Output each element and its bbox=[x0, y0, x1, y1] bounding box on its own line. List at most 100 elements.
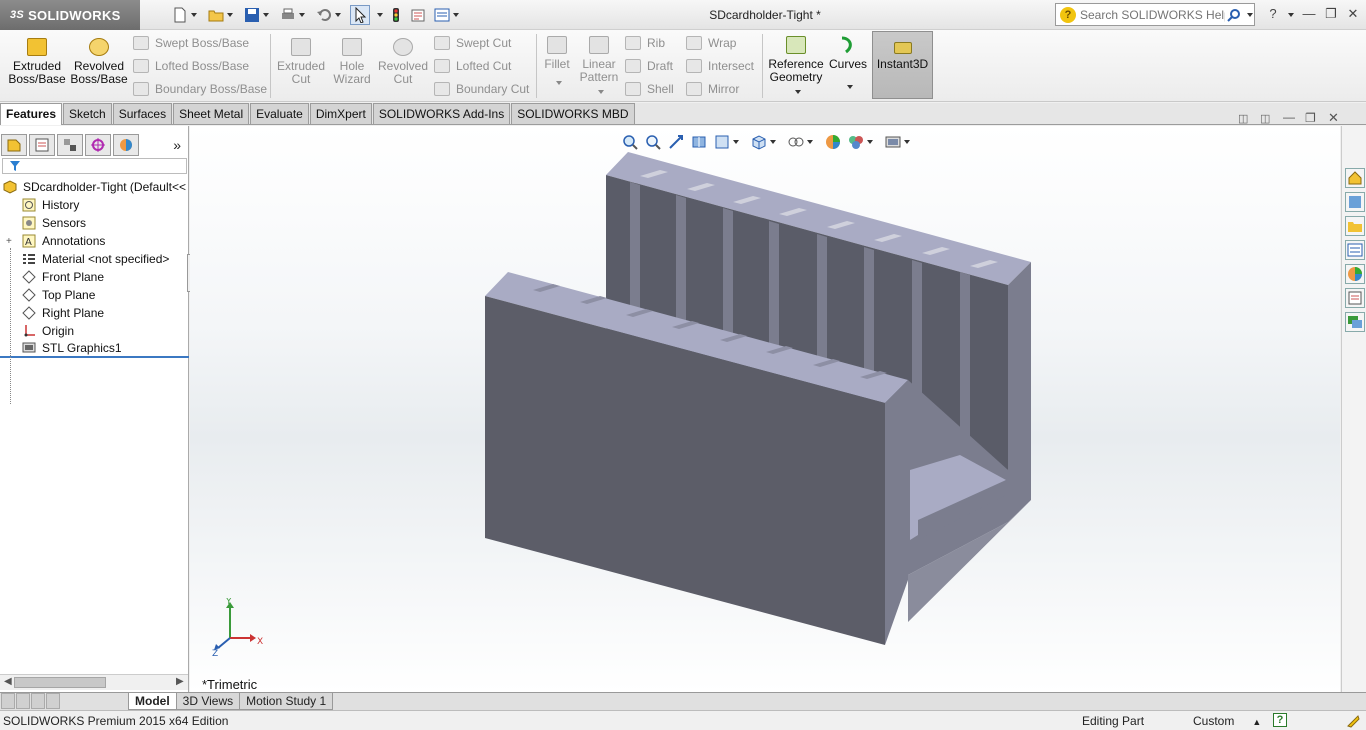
instant3d-button[interactable]: Instant3D bbox=[872, 31, 933, 99]
search-icon[interactable] bbox=[1227, 8, 1241, 22]
tab-motion-study[interactable]: Motion Study 1 bbox=[239, 693, 334, 710]
scroll-right-icon[interactable]: ▶ bbox=[176, 676, 184, 687]
help-menu-icon[interactable]: ? bbox=[1264, 6, 1282, 22]
shell-button[interactable]: Shell bbox=[625, 79, 674, 99]
tree-item-stl-graphics[interactable]: STL Graphics1 bbox=[0, 340, 189, 358]
viewport-restore-icon[interactable]: ❐ bbox=[1305, 111, 1316, 125]
appearances-icon[interactable] bbox=[1345, 264, 1365, 284]
tree-item-front-plane[interactable]: Front Plane bbox=[0, 268, 189, 286]
tree-item-right-plane[interactable]: Right Plane bbox=[0, 304, 189, 322]
part-model[interactable] bbox=[190, 126, 1340, 692]
tab-3d-views[interactable]: 3D Views bbox=[175, 693, 241, 710]
tree-item-material[interactable]: Material <not specified> bbox=[0, 250, 189, 268]
forum-icon[interactable] bbox=[1345, 312, 1365, 332]
draft-button[interactable]: Draft bbox=[625, 56, 673, 76]
tab-evaluate[interactable]: Evaluate bbox=[250, 103, 309, 124]
design-library-icon[interactable] bbox=[1345, 192, 1365, 212]
viewport-minimize-icon[interactable]: — bbox=[1283, 110, 1295, 124]
help-search-input[interactable] bbox=[1080, 7, 1225, 22]
feature-tree-tab[interactable] bbox=[1, 134, 27, 156]
reference-geometry-icon bbox=[786, 36, 806, 54]
split-quad-icon[interactable]: ◫ bbox=[1260, 112, 1270, 125]
extruded-cut-button[interactable]: Extruded Cut bbox=[274, 38, 328, 86]
print-button[interactable] bbox=[280, 5, 305, 25]
save-button[interactable] bbox=[244, 5, 269, 25]
split-vertical-icon[interactable]: ◫ bbox=[1238, 112, 1248, 125]
tree-item-origin[interactable]: Origin bbox=[0, 322, 189, 340]
expand-plus-icon[interactable]: + bbox=[6, 236, 12, 247]
rebuild-status-icon[interactable] bbox=[1345, 713, 1361, 729]
mirror-button[interactable]: Mirror bbox=[686, 79, 739, 99]
solidworks-logo[interactable]: 3S SOLIDWORKS bbox=[0, 0, 140, 30]
tree-root-part[interactable]: SDcardholder-Tight (Default<< bbox=[0, 178, 189, 196]
first-tab-icon[interactable] bbox=[1, 693, 15, 709]
lofted-cut-button[interactable]: Lofted Cut bbox=[434, 56, 511, 76]
tab-mbd[interactable]: SOLIDWORKS MBD bbox=[511, 103, 635, 124]
minimize-icon[interactable]: — bbox=[1300, 6, 1318, 22]
tab-dimxpert[interactable]: DimXpert bbox=[309, 103, 372, 124]
tab-addins[interactable]: SOLIDWORKS Add-Ins bbox=[372, 103, 511, 124]
lofted-boss-button[interactable]: Lofted Boss/Base bbox=[133, 56, 249, 76]
select-cursor-icon bbox=[355, 7, 367, 23]
graphics-area[interactable]: ◫ bbox=[190, 126, 1340, 692]
tree-item-top-plane[interactable]: Top Plane bbox=[0, 286, 189, 304]
open-button[interactable] bbox=[208, 5, 233, 25]
custom-properties-icon[interactable] bbox=[1345, 288, 1365, 308]
tab-features[interactable]: Features bbox=[0, 103, 63, 125]
tree-item-label: Sensors bbox=[42, 216, 87, 230]
tree-filter-field[interactable] bbox=[2, 158, 187, 174]
part-name: SDcardholder-Tight (Default<< bbox=[23, 180, 186, 194]
revolved-boss-button[interactable]: Revolved Boss/Base bbox=[70, 38, 128, 86]
next-tab-icon[interactable] bbox=[31, 693, 45, 709]
help-status-icon[interactable]: ? bbox=[1273, 713, 1287, 727]
intersect-button[interactable]: Intersect bbox=[686, 56, 754, 76]
solidworks-resources-icon[interactable] bbox=[1345, 168, 1365, 188]
tree-item-history[interactable]: History bbox=[0, 196, 189, 214]
select-button[interactable] bbox=[350, 5, 370, 25]
boundary-boss-button[interactable]: Boundary Boss/Base bbox=[133, 79, 267, 99]
file-explorer-icon[interactable] bbox=[1345, 216, 1365, 236]
tree-item-sensors[interactable]: Sensors bbox=[0, 214, 189, 232]
expand-tabs-icon[interactable]: » bbox=[161, 134, 181, 156]
fillet-button[interactable]: Fillet bbox=[540, 36, 574, 88]
tab-sheet-metal[interactable]: Sheet Metal bbox=[173, 103, 250, 124]
rib-button[interactable]: Rib bbox=[625, 33, 665, 53]
last-tab-icon[interactable] bbox=[46, 693, 60, 709]
tab-scroll-arrows[interactable] bbox=[0, 693, 120, 710]
viewport-close-icon[interactable]: ✕ bbox=[1328, 110, 1339, 126]
dimxpert-manager-tab[interactable] bbox=[85, 134, 111, 156]
boundary-cut-button[interactable]: Boundary Cut bbox=[434, 79, 529, 99]
prev-tab-icon[interactable] bbox=[16, 693, 30, 709]
configuration-manager-tab[interactable] bbox=[57, 134, 83, 156]
restore-icon[interactable]: ❐ bbox=[1322, 6, 1340, 22]
swept-boss-button[interactable]: Swept Boss/Base bbox=[133, 33, 249, 53]
revolved-cut-button[interactable]: Revolved Cut bbox=[377, 38, 429, 86]
rebuild-button[interactable] bbox=[388, 5, 404, 25]
tab-model[interactable]: Model bbox=[128, 693, 177, 710]
curves-button[interactable]: Curves bbox=[828, 36, 868, 92]
display-manager-tab[interactable] bbox=[113, 134, 139, 156]
undo-button[interactable] bbox=[316, 5, 341, 25]
tab-sketch[interactable]: Sketch bbox=[63, 103, 112, 124]
property-manager-tab[interactable] bbox=[29, 134, 55, 156]
extruded-boss-button[interactable]: Extruded Boss/Base bbox=[8, 38, 66, 86]
hole-wizard-button[interactable]: Hole Wizard bbox=[328, 38, 376, 86]
swept-cut-button[interactable]: Swept Cut bbox=[434, 33, 511, 53]
file-properties-button[interactable] bbox=[410, 5, 426, 25]
editing-mode-label: Editing Part bbox=[1082, 714, 1145, 728]
feature-tree-horizontal-scrollbar[interactable]: ◀ ▶ bbox=[0, 674, 188, 690]
wrap-button[interactable]: Wrap bbox=[686, 33, 736, 53]
close-icon[interactable]: ✕ bbox=[1344, 6, 1362, 22]
tree-item-annotations[interactable]: + A Annotations bbox=[0, 232, 189, 250]
reference-geometry-button[interactable]: Reference Geometry bbox=[766, 36, 826, 97]
scrollbar-thumb[interactable] bbox=[14, 677, 106, 688]
linear-pattern-button[interactable]: Linear Pattern bbox=[578, 36, 620, 97]
view-palette-icon[interactable] bbox=[1345, 240, 1365, 260]
unit-system-selector[interactable]: Custom ▲ bbox=[1193, 714, 1261, 728]
tab-surfaces[interactable]: Surfaces bbox=[112, 103, 173, 124]
scroll-left-icon[interactable]: ◀ bbox=[4, 676, 12, 687]
new-document-button[interactable] bbox=[172, 5, 197, 25]
options-button[interactable] bbox=[434, 5, 459, 25]
tree-item-label: Annotations bbox=[42, 234, 106, 248]
help-search-box[interactable]: ? bbox=[1055, 3, 1255, 26]
